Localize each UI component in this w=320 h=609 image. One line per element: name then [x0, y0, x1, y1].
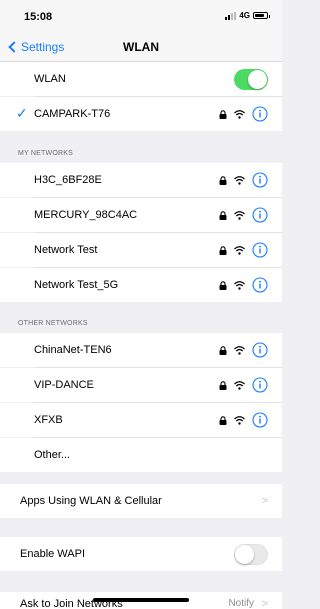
other-network-label: Other...	[34, 449, 71, 461]
info-icon[interactable]	[252, 412, 268, 428]
signal-icon	[225, 11, 237, 20]
network-name: Network Test	[34, 244, 98, 256]
lock-icon	[219, 380, 227, 390]
network-row[interactable]: XFXB	[0, 403, 282, 437]
current-network-name: CAMPARK-T76	[34, 108, 111, 120]
network-name: H3C_6BF28E	[34, 174, 102, 186]
network-row[interactable]: ChinaNet-TEN6	[0, 333, 282, 367]
network-name: MERCURY_98C4AC	[34, 209, 138, 221]
wifi-icon	[234, 280, 245, 290]
wifi-icon	[234, 345, 245, 355]
enable-wapi-row: Enable WAPI	[0, 537, 282, 571]
wifi-icon	[234, 109, 245, 119]
current-network-row[interactable]: ✓ CAMPARK-T76	[0, 97, 282, 131]
network-type: 4G	[239, 11, 250, 20]
network-name: VIP-DANCE	[34, 379, 94, 391]
info-icon[interactable]	[252, 277, 268, 293]
wifi-icon	[234, 380, 245, 390]
info-icon[interactable]	[252, 377, 268, 393]
ask-to-join-value: Notify	[228, 598, 254, 609]
wapi-toggle[interactable]	[234, 544, 268, 565]
battery-icon	[253, 12, 270, 19]
home-indicator	[93, 598, 189, 602]
lock-icon	[219, 415, 227, 425]
info-icon[interactable]	[252, 207, 268, 223]
other-networks-header: OTHER NETWORKS	[18, 320, 88, 327]
network-row[interactable]: Network Test	[0, 233, 282, 267]
other-network-row[interactable]: Other...	[0, 438, 282, 472]
network-name: Network Test_5G	[34, 279, 119, 291]
wlan-toggle-row: WLAN	[0, 62, 282, 96]
checkmark-icon: ✓	[16, 105, 28, 121]
status-indicators: 4G	[225, 11, 270, 20]
info-icon[interactable]	[252, 172, 268, 188]
network-row[interactable]: Network Test_5G	[0, 268, 282, 302]
wifi-icon	[234, 415, 245, 425]
network-name: XFXB	[34, 414, 63, 426]
wlan-label: WLAN	[34, 73, 66, 85]
info-icon[interactable]	[252, 106, 268, 122]
status-bar: 15:08 4G	[0, 0, 282, 34]
lock-icon	[219, 280, 227, 290]
apps-using-wlan-row[interactable]: Apps Using WLAN & Cellular >	[0, 484, 282, 518]
info-icon[interactable]	[252, 242, 268, 258]
wifi-icon	[234, 175, 245, 185]
lock-icon	[219, 175, 227, 185]
lock-icon	[219, 345, 227, 355]
navigation-bar: Settings WLAN	[0, 34, 282, 62]
apps-using-wlan-label: Apps Using WLAN & Cellular	[20, 495, 162, 507]
network-name: ChinaNet-TEN6	[34, 344, 112, 356]
wifi-icon	[234, 245, 245, 255]
chevron-right-icon: >	[261, 495, 268, 507]
lock-icon	[219, 210, 227, 220]
lock-icon	[219, 109, 227, 119]
wifi-icon	[234, 210, 245, 220]
network-row[interactable]: MERCURY_98C4AC	[0, 198, 282, 232]
my-networks-header: MY NETWORKS	[18, 150, 73, 157]
network-row[interactable]: VIP-DANCE	[0, 368, 282, 402]
info-icon[interactable]	[252, 342, 268, 358]
network-row[interactable]: H3C_6BF28E	[0, 163, 282, 197]
status-time: 15:08	[24, 11, 53, 23]
lock-icon	[219, 245, 227, 255]
page-title: WLAN	[123, 40, 159, 54]
chevron-right-icon: >	[261, 598, 268, 609]
enable-wapi-label: Enable WAPI	[20, 548, 86, 560]
wlan-toggle[interactable]	[234, 69, 268, 90]
